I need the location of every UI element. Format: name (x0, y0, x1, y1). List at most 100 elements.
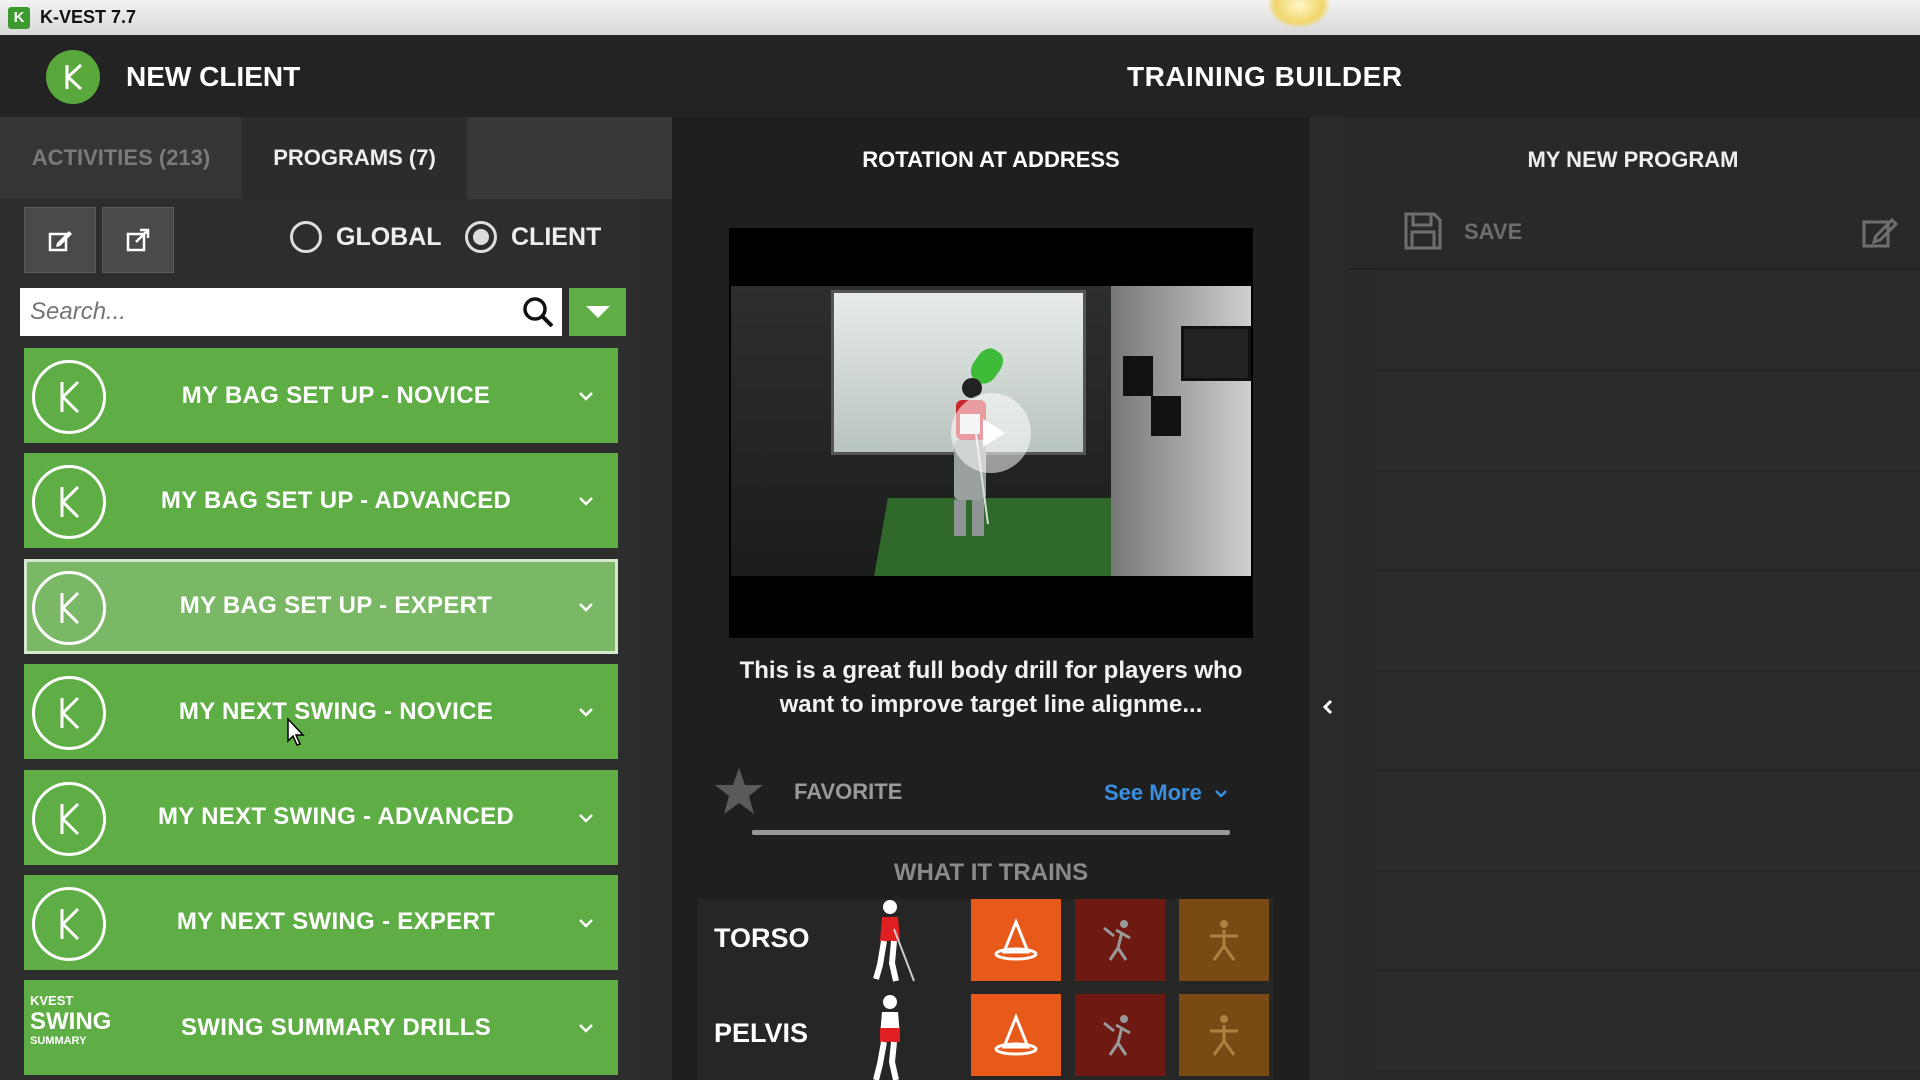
what-it-trains-table: TORSO PELVIS (698, 899, 1274, 1080)
collapse-strip[interactable] (1310, 117, 1346, 1080)
k-logo-icon (32, 886, 106, 961)
tab-activities[interactable]: ACTIVITIES (213) (0, 117, 242, 199)
edit-icon[interactable] (1860, 212, 1900, 252)
k-logo-icon (32, 676, 106, 751)
logo-text-swing: SWING (30, 1008, 112, 1036)
program-item-selected[interactable]: MY BAG SET UP - EXPERT (24, 558, 618, 654)
client-name[interactable]: NEW CLIENT (126, 61, 300, 93)
search-input[interactable] (20, 289, 500, 335)
chevron-down-icon[interactable] (576, 491, 596, 511)
scope-global-label: GLOBAL (336, 222, 442, 251)
what-it-trains-heading: WHAT IT TRAINS (893, 859, 1089, 886)
wall-panel (1123, 356, 1153, 396)
search-box (20, 288, 562, 336)
program-label: MY BAG SET UP - EXPERT (179, 592, 493, 620)
program-item[interactable]: MY NEXT SWING - EXPERT (24, 874, 618, 970)
program-label: MY BAG SET UP - ADVANCED (160, 486, 512, 514)
star-icon[interactable] (712, 765, 766, 819)
scope-client-radio[interactable]: CLIENT (465, 221, 601, 253)
save-button[interactable]: SAVE (1464, 219, 1522, 245)
program-item[interactable]: MY NEXT SWING - NOVICE (24, 664, 618, 760)
library-panel: ACTIVITIES (213) PROGRAMS (7) GLOBAL CLI… (0, 117, 672, 1080)
page-title: TRAINING BUILDER (1127, 61, 1403, 92)
app-icon: K (8, 6, 30, 29)
chevron-down-icon[interactable] (576, 1018, 596, 1038)
activity-detail-panel: ROTATION AT ADDRESS This is a great full… (672, 117, 1310, 1080)
program-item[interactable]: MY NEXT SWING - ADVANCED (24, 769, 618, 865)
window-title: K-VEST 7.7 (40, 7, 137, 27)
wall-panel (1151, 396, 1181, 436)
train-tile-swing[interactable] (1075, 994, 1165, 1076)
swing-summary-logo: KVEST SWING SUMMARY (30, 994, 112, 1064)
chevron-left-icon[interactable] (1320, 697, 1336, 717)
mouse-cursor-icon (287, 717, 305, 746)
tab-bar-filler (467, 117, 672, 199)
k-logo-icon (32, 570, 106, 645)
activity-description: This is a great full body drill for play… (739, 657, 1243, 718)
radio-circle (290, 221, 322, 253)
program-label: SWING SUMMARY DRILLS (181, 1013, 491, 1041)
k-logo-icon[interactable] (46, 50, 100, 104)
wall-monitor (1181, 326, 1251, 381)
train-tile-posture[interactable] (971, 899, 1061, 981)
chevron-down-icon[interactable] (576, 597, 596, 617)
see-more-link[interactable]: See More (1104, 780, 1228, 806)
program-label: MY BAG SET UP - NOVICE (181, 381, 491, 409)
light-glare (1268, 0, 1330, 28)
train-row-label: TORSO (714, 923, 810, 953)
triangle-down-icon (585, 306, 610, 318)
play-button[interactable] (951, 393, 1031, 473)
hitting-mat (874, 498, 1148, 576)
program-item[interactable]: KVEST SWING SUMMARY SWING SUMMARY DRILLS (24, 980, 618, 1076)
radio-circle-selected (465, 221, 497, 253)
program-slot[interactable] (1376, 871, 1920, 971)
favorite-row: FAVORITE See More (712, 765, 1272, 825)
program-item[interactable]: MY BAG SET UP - ADVANCED (24, 453, 618, 549)
train-tile-stance[interactable] (1179, 899, 1269, 981)
chevron-down-icon[interactable] (576, 386, 596, 406)
program-slot[interactable] (1376, 971, 1920, 1071)
program-list: MY BAG SET UP - NOVICE MY BAG SET UP - A… (24, 348, 618, 1080)
play-icon (983, 419, 1005, 447)
program-slot[interactable] (1376, 571, 1920, 671)
k-logo-icon (32, 360, 106, 434)
program-slot[interactable] (1376, 671, 1920, 771)
program-list-panel: GLOBAL CLIENT MY BAG SET UP - NOVICE (0, 199, 640, 1080)
chevron-down-icon[interactable] (576, 913, 596, 933)
video-player[interactable] (729, 228, 1253, 638)
library-tabs: ACTIVITIES (213) PROGRAMS (7) (0, 117, 672, 199)
k-logo-icon (32, 781, 106, 856)
filter-dropdown-button[interactable] (569, 288, 626, 336)
train-row-label: PELVIS (714, 1018, 809, 1048)
chevron-down-icon[interactable] (576, 808, 596, 828)
train-row-pelvis: PELVIS (698, 994, 1274, 1080)
tab-programs[interactable]: PROGRAMS (7) (242, 117, 467, 199)
train-tile-posture[interactable] (971, 994, 1061, 1076)
export-button[interactable] (102, 207, 174, 273)
program-slot[interactable] (1376, 371, 1920, 471)
train-tile-stance[interactable] (1179, 994, 1269, 1076)
app-window: K K-VEST 7.7 NEW CLIENT TRAINING BUILDER… (0, 0, 1920, 1080)
program-slot[interactable] (1376, 471, 1920, 571)
title-bar: K K-VEST 7.7 (0, 0, 1920, 35)
scope-global-radio[interactable]: GLOBAL (290, 221, 442, 253)
favorite-label[interactable]: FAVORITE (794, 779, 902, 805)
chevron-down-icon[interactable] (576, 702, 596, 722)
program-slots (1376, 271, 1920, 1080)
program-label: MY NEXT SWING - NOVICE (178, 697, 494, 725)
edit-icon (48, 231, 72, 252)
see-more-label: See More (1104, 780, 1202, 805)
program-item[interactable]: MY BAG SET UP - NOVICE (24, 348, 618, 443)
activity-title: ROTATION AT ADDRESS (862, 147, 1120, 172)
edit-button[interactable] (24, 207, 96, 273)
pelvis-figure-icon (873, 995, 900, 1080)
search-icon[interactable] (520, 294, 556, 330)
divider (752, 830, 1230, 835)
program-title: MY NEW PROGRAM (1527, 147, 1739, 172)
program-slot[interactable] (1376, 771, 1920, 871)
app-header: NEW CLIENT TRAINING BUILDER (0, 35, 1920, 117)
program-slot[interactable] (1376, 271, 1920, 371)
save-icon[interactable] (1402, 210, 1444, 252)
program-toolbar: SAVE (1346, 200, 1920, 270)
train-tile-swing[interactable] (1075, 899, 1165, 981)
